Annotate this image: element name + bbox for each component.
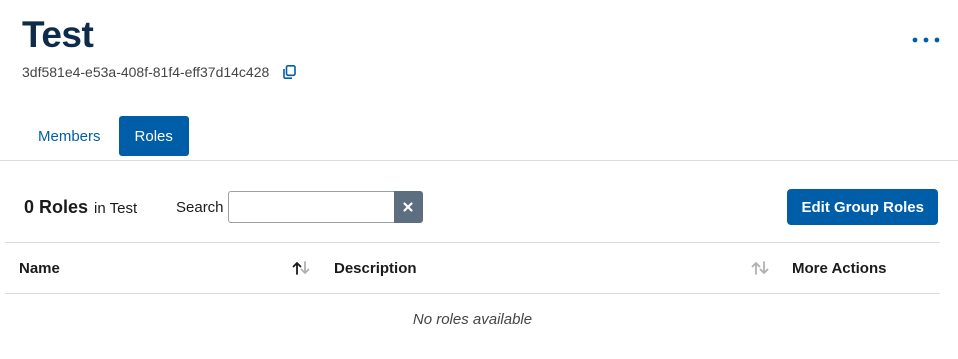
- group-id-text: 3df581e4-e53a-408f-81f4-eff37d14c428: [22, 64, 270, 80]
- search-label: Search: [176, 198, 224, 216]
- roles-count-context: in Test: [94, 200, 138, 217]
- roles-count: 0 Roles in Test: [24, 197, 137, 218]
- column-header-more-actions: More Actions: [792, 260, 887, 277]
- search-input[interactable]: [227, 191, 394, 223]
- sort-icon[interactable]: [750, 260, 770, 276]
- search-group: Search: [176, 191, 423, 223]
- roles-count-number: 0 Roles: [24, 197, 89, 217]
- group-id-row: 3df581e4-e53a-408f-81f4-eff37d14c428: [22, 64, 297, 80]
- tabs: Members Roles: [22, 116, 189, 156]
- close-icon: [403, 202, 413, 212]
- sort-ascending-icon[interactable]: [291, 260, 311, 276]
- tabs-divider: [0, 160, 958, 161]
- copy-icon[interactable]: [283, 65, 297, 79]
- empty-state-text: No roles available: [412, 310, 533, 328]
- tab-roles[interactable]: Roles: [118, 116, 189, 156]
- tab-members[interactable]: Members: [22, 116, 117, 156]
- group-details-page: Test 3df581e4-e53a-408f-81f4-eff37d14c42…: [0, 0, 958, 359]
- column-header-name[interactable]: Name: [19, 243, 60, 294]
- roles-table: Name Description More Actions No roles a…: [5, 242, 940, 344]
- table-header: Name Description More Actions: [5, 242, 940, 294]
- more-horizontal-icon: [912, 37, 940, 43]
- more-actions-button[interactable]: [910, 28, 942, 52]
- page-title: Test: [22, 14, 94, 55]
- column-header-description[interactable]: Description: [334, 243, 417, 294]
- edit-group-roles-button[interactable]: Edit Group Roles: [787, 189, 938, 225]
- search-clear-button[interactable]: [393, 191, 423, 223]
